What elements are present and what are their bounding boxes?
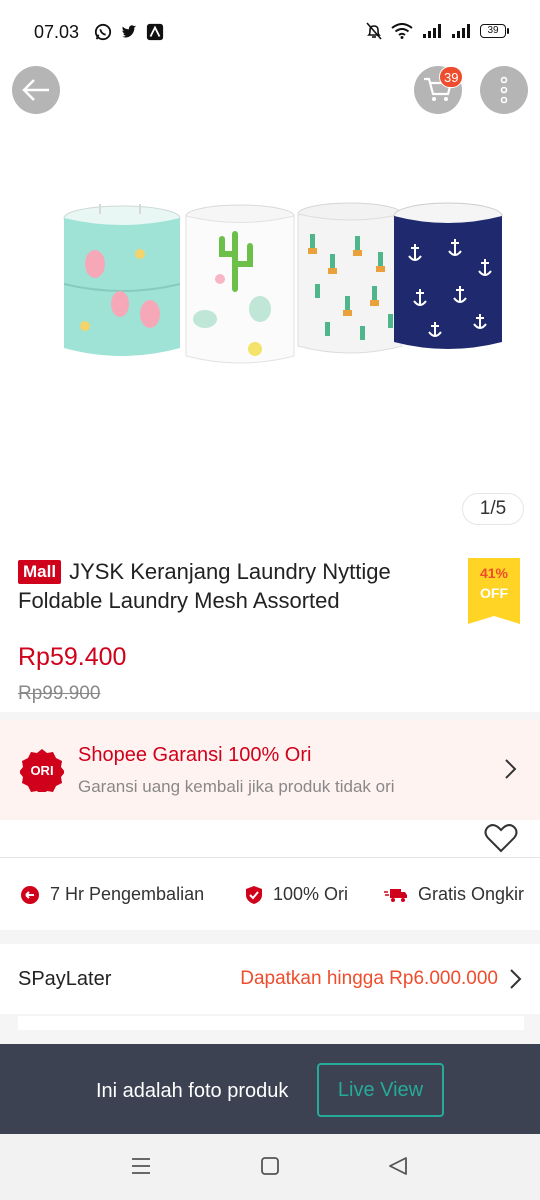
garansi-title: Shopee Garansi 100% Ori bbox=[78, 744, 312, 766]
shield-check-icon bbox=[246, 885, 262, 904]
section-divider bbox=[0, 712, 540, 720]
product-image bbox=[63, 202, 503, 364]
section-divider bbox=[18, 1016, 524, 1030]
feature-shipping-label: Gratis Ongkir bbox=[418, 884, 525, 904]
discount-tag: 41% OFF bbox=[468, 558, 520, 624]
feature-ori-label: 100% Ori bbox=[273, 884, 349, 904]
back-button[interactable] bbox=[12, 66, 60, 114]
product-old-price: Rp99.900 bbox=[18, 683, 101, 704]
twitter-icon bbox=[121, 25, 137, 38]
wifi-icon bbox=[391, 23, 413, 39]
spaylater-label: SPayLater bbox=[18, 968, 112, 990]
cart-count-badge: 39 bbox=[439, 66, 464, 88]
product-price: Rp59.400 bbox=[18, 643, 127, 671]
status-time: 07.03 bbox=[34, 22, 80, 42]
feature-shipping[interactable]: Gratis Ongkir bbox=[384, 884, 524, 905]
home-square-icon[interactable] bbox=[260, 1157, 280, 1175]
arrow-left-icon bbox=[22, 79, 49, 101]
live-view-button[interactable]: Live View bbox=[317, 1063, 444, 1117]
battery-indicator: 39 bbox=[480, 24, 509, 38]
spaylater-value: Dapatkan hingga Rp6.000.000 bbox=[240, 968, 498, 989]
product-title-text: JYSK Keranjang Laundry Nyttige Foldable … bbox=[18, 559, 391, 613]
feature-return[interactable]: 7 Hr Pengembalian bbox=[20, 884, 204, 905]
heart-icon[interactable] bbox=[484, 823, 518, 853]
garansi-banner[interactable] bbox=[0, 720, 540, 820]
more-vertical-icon bbox=[500, 76, 508, 104]
whatsapp-icon bbox=[94, 23, 112, 41]
live-view-text: Ini adalah foto produk bbox=[96, 1080, 289, 1102]
favorite-row bbox=[0, 820, 540, 858]
mute-icon bbox=[366, 22, 382, 40]
image-counter: 1/5 bbox=[462, 493, 524, 525]
ori-badge-text: ORI bbox=[30, 763, 53, 778]
chevron-right-icon bbox=[510, 969, 522, 989]
garansi-subtitle: Garansi uang kembali jika produk tidak o… bbox=[78, 777, 395, 796]
signal-icon bbox=[423, 24, 441, 38]
signal-icon bbox=[452, 24, 470, 38]
feature-ori[interactable]: 100% Ori bbox=[245, 884, 348, 905]
discount-percent: 41% bbox=[479, 565, 509, 581]
ori-badge-icon: ORI bbox=[20, 749, 64, 792]
chevron-right-icon bbox=[505, 759, 517, 779]
truck-icon bbox=[384, 888, 407, 902]
more-options-button[interactable] bbox=[480, 66, 528, 114]
menu-icon[interactable] bbox=[131, 1157, 151, 1175]
discount-label: OFF bbox=[480, 585, 508, 601]
section-divider bbox=[0, 930, 540, 944]
product-image-gallery[interactable] bbox=[0, 64, 540, 542]
app-icon bbox=[146, 23, 164, 41]
mall-badge: Mall bbox=[18, 560, 62, 584]
status-bar: 07.03 39 bbox=[0, 0, 540, 64]
return-icon bbox=[21, 885, 39, 904]
back-triangle-icon[interactable] bbox=[388, 1157, 408, 1175]
feature-return-label: 7 Hr Pengembalian bbox=[50, 884, 205, 904]
product-title: Mall JYSK Keranjang Laundry Nyttige Folda… bbox=[18, 557, 438, 615]
